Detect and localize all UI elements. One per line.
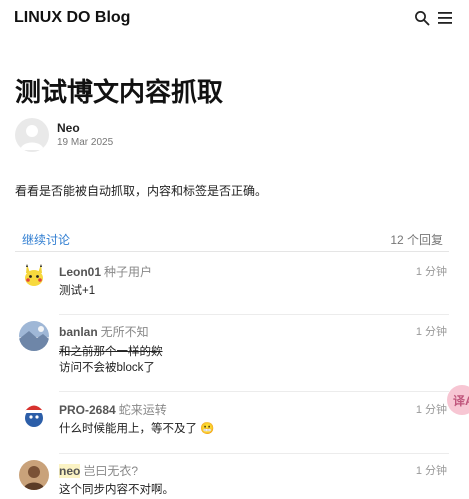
comment-time: 1 分钟 (415, 326, 447, 338)
pikachu-avatar[interactable] (19, 261, 49, 291)
comment-username[interactable]: neo 岂曰无衣? (59, 462, 138, 479)
grimace-emoji-icon: 😬 (200, 423, 215, 435)
hamburger-menu-icon[interactable] (438, 11, 452, 25)
search-icon[interactable] (414, 10, 430, 26)
comment-time: 1 分钟 (415, 404, 447, 416)
comment-item: neo 岂曰无衣? 1 分钟 这个同步内容不对啊。 (15, 460, 449, 499)
comment-username[interactable]: banlan 无所不知 (59, 323, 149, 340)
comment-time: 1 分钟 (415, 266, 447, 278)
landscape-avatar[interactable] (19, 321, 49, 351)
comment-text: 什么时候能用上，等不及了 😬 (59, 423, 215, 435)
photo-avatar[interactable] (19, 460, 49, 490)
top-bar: LINUX DO Blog (0, 0, 469, 38)
reply-count: 12 个回复 (390, 233, 443, 247)
user-title: 蛇来运转 (118, 403, 167, 417)
comment-item: Leon01 种子用户 1 分钟 测试+1 (15, 261, 449, 315)
divider (59, 391, 449, 392)
translate-icon[interactable]: 译A (447, 385, 469, 415)
comment-username[interactable]: Leon01 种子用户 (59, 263, 152, 280)
comment-text: 访问不会被block了 (59, 362, 155, 374)
comment-username[interactable]: PRO-2684 蛇来运转 (59, 401, 167, 418)
user-title: 无所不知 (100, 325, 149, 339)
author-avatar[interactable] (15, 118, 49, 152)
continue-discussion-link[interactable]: 继续讨论 (22, 231, 70, 248)
translate-label: 译A (453, 394, 469, 408)
santa-hat-avatar[interactable] (19, 399, 49, 429)
post-date: 19 Mar 2025 (57, 137, 114, 148)
post-body: 看看是否能被自动抓取，内容和标签是否正确。 (15, 184, 268, 198)
user-title: 岂曰无衣? (83, 464, 139, 478)
divider (59, 453, 449, 454)
comment-text-quoted: 和之前那个一样的欸 (59, 346, 163, 358)
post-title: 测试博文内容抓取 (15, 77, 224, 107)
comment-item: banlan 无所不知 1 分钟 和之前那个一样的欸 访问不会被block了 (15, 321, 449, 392)
comment-text: 这个同步内容不对啊。 (59, 484, 174, 496)
comment-time: 1 分钟 (415, 465, 447, 477)
comment-item: PRO-2684 蛇来运转 1 分钟 什么时候能用上，等不及了 😬 (15, 399, 449, 454)
divider (59, 314, 449, 315)
comment-text: 测试+1 (59, 285, 96, 297)
user-title: 种子用户 (104, 265, 153, 279)
comments-header: 继续讨论 12 个回复 (15, 226, 449, 252)
site-brand[interactable]: LINUX DO Blog (14, 9, 130, 27)
author-name[interactable]: Neo (57, 121, 80, 135)
